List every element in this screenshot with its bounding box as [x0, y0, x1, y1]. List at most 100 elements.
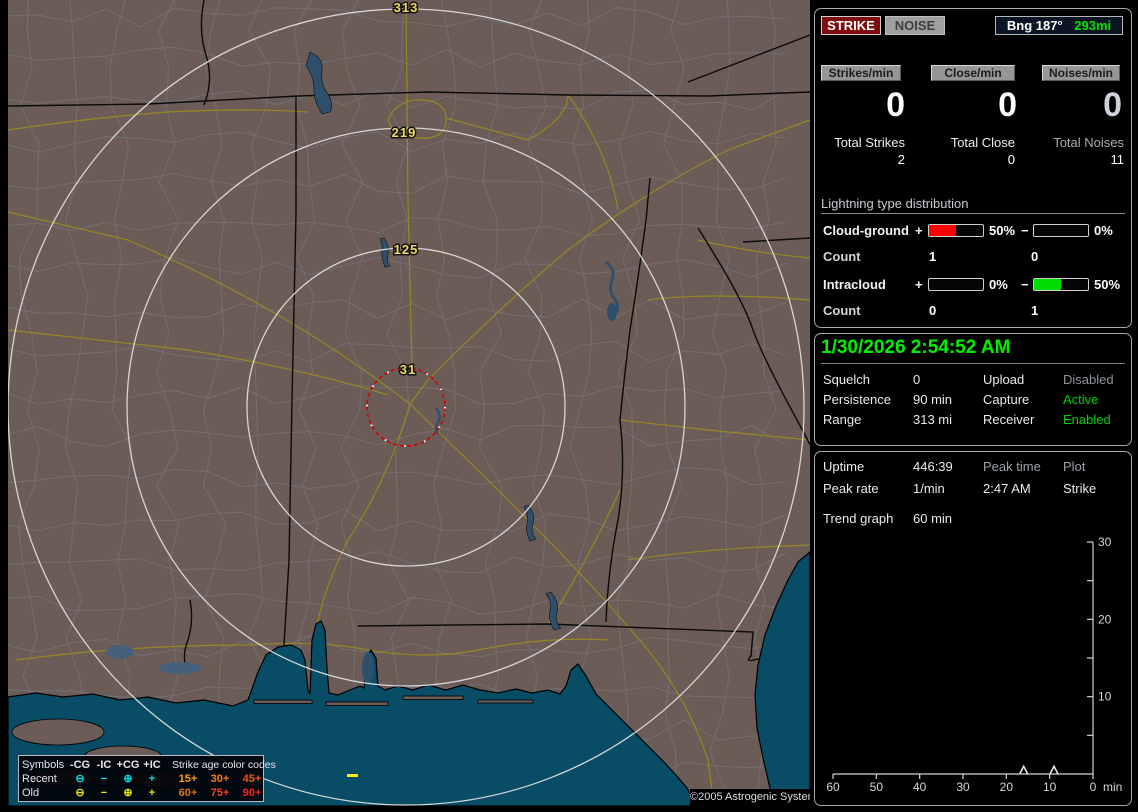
legend-row-old-label: Old [22, 787, 40, 799]
lightning-map[interactable]: 313 219 125 31 Symbols -CG -IC +CG +IC S… [8, 0, 810, 806]
noises-per-min-value: 0 [1103, 86, 1122, 124]
total-noises-label: Total Noises [1053, 135, 1124, 150]
strikes-per-min-chip[interactable]: Strikes/min [821, 65, 901, 81]
ic-plus-percent: 0% [989, 277, 1008, 292]
cg-count-label: Count [823, 249, 861, 264]
ring-label-313: 313 [394, 0, 419, 15]
svg-text:60: 60 [826, 780, 840, 794]
stats-row: Uptime 446:39 Peak time Plot [815, 459, 1133, 475]
strike-toggle-button[interactable]: STRIKE [821, 16, 881, 35]
total-strikes-value: 2 [897, 152, 905, 167]
ic-plus-count: 0 [929, 303, 937, 318]
uptime-value: 446:39 [913, 459, 953, 474]
trend-graph-value: 60 min [913, 511, 953, 526]
age-30: 30+ [210, 773, 230, 785]
squelch-label: Squelch [823, 372, 870, 387]
plot-header: Plot [1063, 459, 1086, 474]
legend-row-recent-label: Recent [22, 773, 57, 785]
recent-cg-plus-icon: ⊕ [123, 773, 133, 785]
strike-symbol-ic-minus [347, 774, 358, 777]
bearing-range-value: 293mi [1074, 18, 1112, 33]
peak-time-value: 2:47 AM [983, 481, 1031, 496]
ic-plus-bar [928, 278, 984, 291]
legend-col-ic-plus: +IC [143, 759, 161, 771]
minus-sign: − [1021, 277, 1029, 292]
ring-label-219: 219 [392, 125, 417, 140]
map-legend: Symbols -CG -IC +CG +IC Strike age color… [18, 755, 276, 802]
svg-text:20: 20 [1098, 612, 1112, 626]
range-value: 313 mi [913, 412, 953, 427]
legend-symbols-header: Symbols [22, 759, 65, 771]
legend-col-ic-minus: -IC [96, 759, 112, 771]
capture-label: Capture [983, 392, 1030, 407]
app-window: 313 219 125 31 Symbols -CG -IC +CG +IC S… [0, 0, 1138, 812]
age-45: 45+ [242, 773, 262, 785]
cg-minus-count: 0 [1031, 249, 1039, 264]
cg-plus-percent: 50% [989, 223, 1016, 238]
trend-graph-label: Trend graph [823, 511, 894, 526]
peak-time-header: Peak time [983, 459, 1041, 474]
minus-sign: − [1021, 223, 1029, 238]
legend-col-cg-plus: +CG [116, 759, 140, 771]
total-strikes-label: Total Strikes [834, 135, 905, 150]
persistence-value: 90 min [913, 392, 953, 407]
svg-text:50: 50 [870, 780, 884, 794]
noises-per-min-chip[interactable]: Noises/min [1042, 65, 1120, 81]
ring-label-125: 125 [394, 242, 419, 257]
svg-text:40: 40 [913, 780, 927, 794]
status-row: Persistence 90 min Capture Active [815, 392, 1133, 408]
cg-plus-bar [928, 224, 984, 237]
cloud-ground-label: Cloud-ground [823, 223, 909, 238]
peak-rate-label: Peak rate [823, 481, 879, 496]
bearing-value: Bng 187° [1006, 18, 1063, 33]
old-ic-minus-icon: − [100, 787, 108, 799]
cg-plus-count: 1 [929, 249, 937, 264]
old-ic-plus-icon: + [148, 787, 156, 799]
receiver-value: Enabled [1063, 412, 1111, 427]
svg-text:30: 30 [956, 780, 970, 794]
squelch-value: 0 [913, 372, 921, 387]
age-90: 90+ [242, 787, 262, 799]
stats-row: Peak rate 1/min 2:47 AM Strike [815, 481, 1133, 497]
receiver-label: Receiver [983, 412, 1035, 427]
ic-minus-bar [1033, 278, 1089, 291]
age-60: 60+ [178, 787, 198, 799]
trend-setting-row: Trend graph 60 min [815, 511, 1133, 527]
upload-label: Upload [983, 372, 1025, 387]
distribution-header: Lightning type distribution [821, 196, 1125, 214]
strikes-per-min-value: 0 [886, 86, 905, 124]
cg-count-row: Count 1 0 [821, 249, 1127, 264]
svg-text:10: 10 [1043, 780, 1057, 794]
svg-text:10: 10 [1098, 690, 1112, 704]
status-row: Range 313 mi Receiver Enabled [815, 412, 1133, 428]
ic-minus-count: 1 [1031, 303, 1039, 318]
age-15: 15+ [178, 773, 198, 785]
intracloud-row: Intracloud + 0% − 50% [821, 277, 1127, 292]
close-per-min-chip[interactable]: Close/min [931, 65, 1015, 81]
copyright-text: ©2005 Astrogenic Systems [690, 789, 810, 806]
recent-ic-plus-icon: + [148, 773, 156, 785]
peak-rate-value: 1/min [913, 481, 945, 496]
bearing-readout: Bng 187° 293mi [995, 16, 1123, 35]
total-close-label: Total Close [950, 135, 1015, 150]
persistence-label: Persistence [823, 392, 891, 407]
map-canvas: 313 219 125 31 [8, 0, 810, 806]
datetime-display: 1/30/2026 2:54:52 AM [821, 337, 1125, 364]
cg-minus-percent: 0% [1094, 223, 1113, 238]
legend-col-cg-minus: -CG [69, 759, 91, 771]
legend-age-header: Strike age color codes [172, 759, 276, 771]
svg-text:0: 0 [1090, 780, 1097, 794]
status-row: Squelch 0 Upload Disabled [815, 372, 1133, 388]
ring-label-31: 31 [400, 362, 416, 377]
capture-value: Active [1063, 392, 1099, 407]
range-label: Range [823, 412, 862, 427]
status-panel: 1/30/2026 2:54:52 AM Squelch 0 Upload Di… [814, 333, 1132, 446]
plot-type-value: Strike [1063, 481, 1097, 496]
close-per-min-value: 0 [998, 86, 1017, 124]
cg-minus-bar [1033, 224, 1089, 237]
noise-toggle-button[interactable]: NOISE [885, 16, 945, 35]
uptime-label: Uptime [823, 459, 865, 474]
old-cg-plus-icon: ⊕ [123, 787, 133, 799]
recent-cg-minus-icon: ⊖ [75, 773, 85, 785]
svg-text:30: 30 [1098, 535, 1112, 549]
